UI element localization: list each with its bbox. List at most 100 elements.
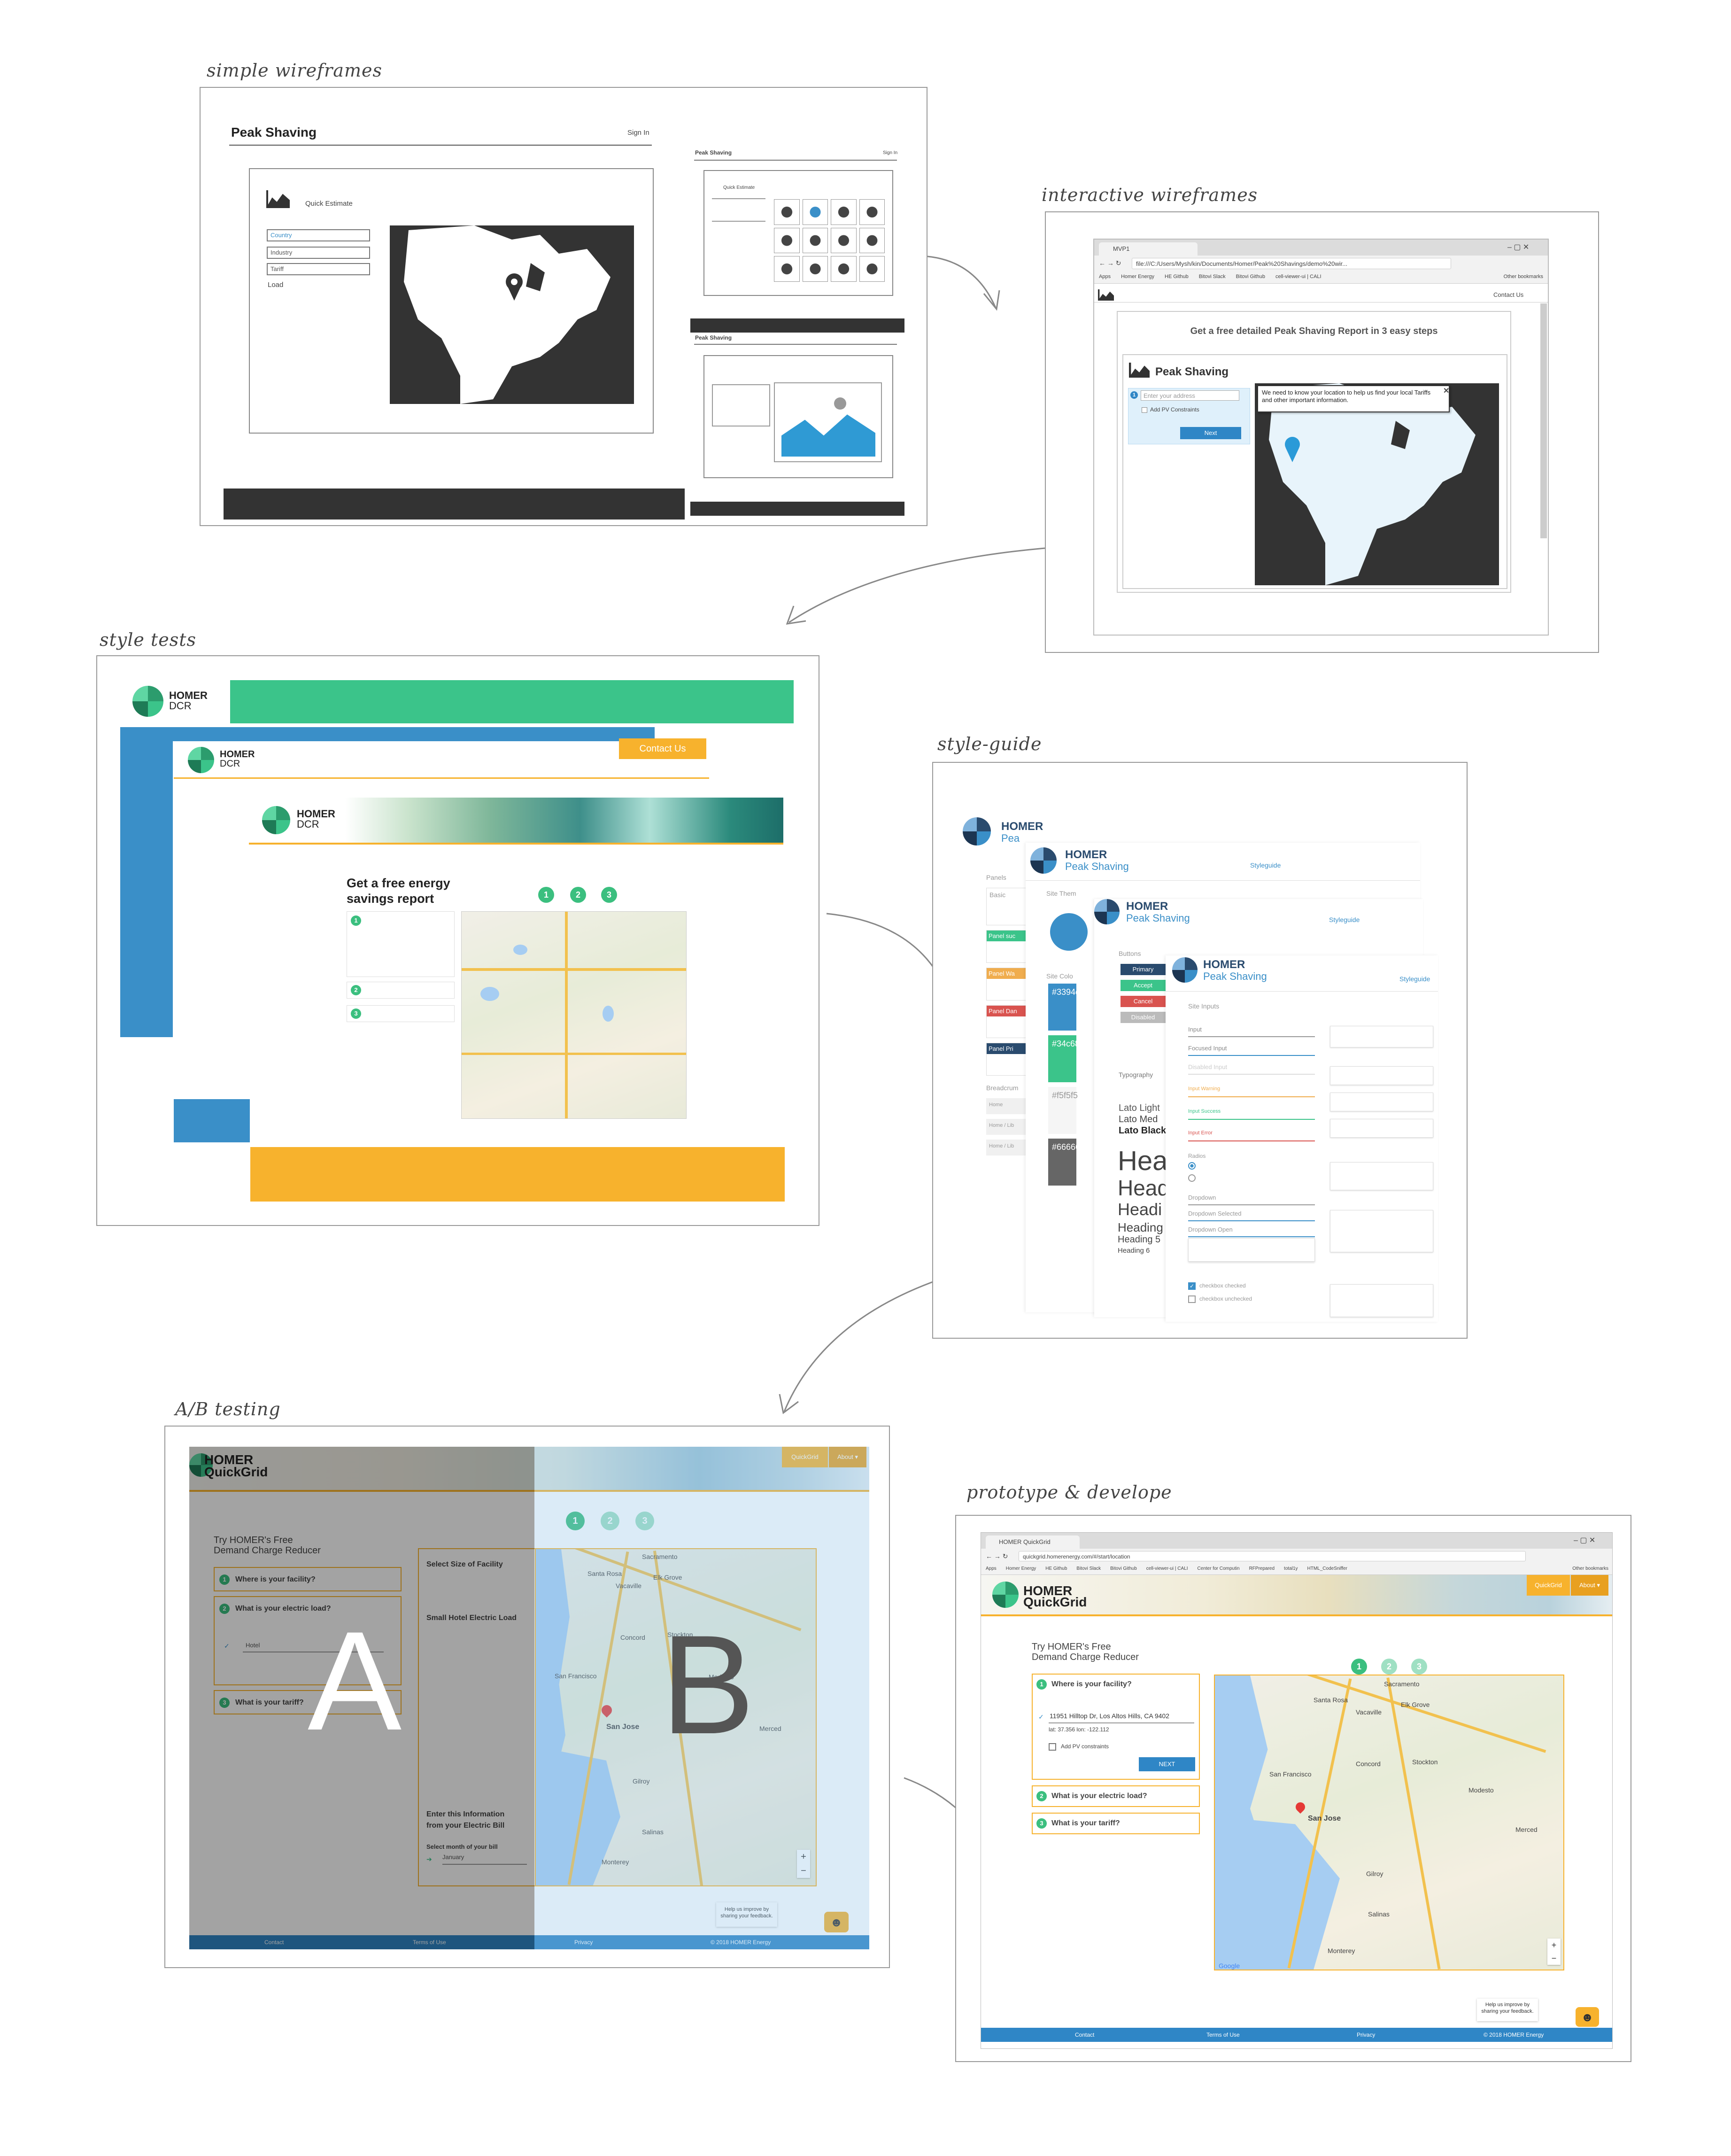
site-inputs-label: Site Inputs [1188,1002,1220,1010]
browser-tab[interactable]: MVP1 [1099,242,1198,256]
nav-arrows[interactable]: ← → ↻ [1099,259,1121,267]
checkbox-checked[interactable]: ✓ [1188,1282,1196,1290]
nav-arrows[interactable]: ← → ↻ [986,1552,1008,1560]
code-snippet [1330,1162,1433,1190]
sg-input[interactable]: Input [1188,1026,1315,1037]
checkbox-unchecked[interactable] [1188,1295,1196,1303]
bookmark-item[interactable]: Center for Computin [1198,1566,1240,1572]
wf-country-select[interactable]: Country [267,229,370,241]
zoom-controls[interactable]: + − [1547,1939,1561,1965]
styleguide-link[interactable]: Styleguide [1329,916,1360,923]
sg-input-focused[interactable]: Focused Input [1188,1045,1315,1056]
url-input[interactable]: quickgrid.homerenergy.com/#/start/locati… [1019,1551,1526,1561]
wf-industry-select[interactable]: Industry [267,247,370,259]
contact-link[interactable]: Contact Us [1493,291,1523,298]
style-test-map [461,911,687,1119]
bookmarks-bar: Apps Homer Energy HE Github Bitovi Slack… [1094,271,1548,284]
other-bookmarks[interactable]: Other bookmarks [1504,274,1543,281]
pv-checkbox[interactable] [1142,407,1147,413]
bookmark-item[interactable]: total1y [1284,1566,1298,1572]
code-snippet [1330,1093,1433,1111]
wf-small-select-list[interactable] [712,198,765,222]
wf-small-bar-2 [690,502,904,516]
bookmark-item[interactable]: Homer Energy [1006,1566,1036,1572]
bookmark-item[interactable]: Bitovi Github [1236,274,1265,281]
footer-copyright: © 2018 HOMER Energy [1484,2032,1544,2038]
bookmark-item[interactable]: Bitovi Slack [1199,274,1226,281]
step-1[interactable]: 1 [538,887,554,903]
dropdown-selected[interactable]: Dropdown Selected [1188,1210,1315,1221]
step-3[interactable]: 3 [601,887,617,903]
proto-q3-panel[interactable]: 3 What is your tariff? [1032,1813,1200,1834]
next-button[interactable]: NEXT [1139,1757,1195,1771]
browser-tab[interactable]: HOMER QuickGrid [986,1536,1080,1549]
heading-4: Heading [1118,1220,1163,1234]
code-snippet [1330,1066,1433,1085]
primary-button[interactable]: Primary [1121,964,1166,975]
wf-small-sign-in[interactable]: Sign In [883,150,897,155]
logo-mark [262,806,290,834]
window-controls[interactable]: – ▢ ✕ [1574,1536,1595,1545]
next-button[interactable]: Next [1180,427,1241,439]
bookmark-item[interactable]: Apps [1099,274,1111,281]
bookmark-item[interactable]: Bitovi Github [1110,1566,1137,1572]
wf-sign-in[interactable]: Sign In [627,129,649,137]
wf-upload-card [703,355,893,478]
other-bookmarks[interactable]: Other bookmarks [1572,1566,1608,1572]
sg-input-warning[interactable]: Input Warning [1188,1086,1315,1097]
code-snippet [1330,1284,1433,1317]
bookmark-item[interactable]: HTML_CodeSniffer [1307,1566,1347,1572]
dropdown-open[interactable]: Dropdown Open [1188,1226,1315,1237]
cancel-button[interactable]: Cancel [1121,996,1166,1007]
close-icon[interactable]: ✕ [1443,386,1449,396]
dropdown[interactable]: Dropdown [1188,1194,1315,1205]
dropdown-options[interactable] [1188,1238,1315,1262]
pv-checkbox[interactable] [1049,1743,1056,1751]
address-input[interactable]: 11951 Hilltop Dr, Los Altos Hills, CA 94… [1049,1710,1194,1723]
bookmark-item[interactable]: Homer Energy [1121,274,1154,281]
brand-top: HOMER [297,808,335,820]
browser-window-2: HOMER QuickGrid – ▢ ✕ ← → ↻ quickgrid.ho… [981,1532,1613,2049]
bookmark-item[interactable]: Apps [986,1566,997,1572]
sg-input-error[interactable]: Input Error [1188,1130,1315,1141]
scrollbar[interactable] [1540,303,1547,538]
accept-button[interactable]: Accept [1121,980,1166,991]
bookmark-item[interactable]: HE Github [1165,274,1189,281]
bookmark-item[interactable]: cell-viewer-ui | CALI [1146,1566,1188,1572]
brand-bottom: DCR [220,759,240,769]
styleguide-link[interactable]: Styleguide [1399,975,1430,983]
contact-us-button[interactable]: Contact Us [619,738,706,759]
bookmark-item[interactable]: cell-viewer-ui | CALI [1275,274,1321,281]
wf-footer-bar [224,489,685,520]
proto-q2-panel[interactable]: 2 What is your electric load? [1032,1785,1200,1807]
feedback-bubble[interactable]: Help us improve by sharing your feedback… [1477,1999,1538,2021]
radio-checked[interactable] [1188,1162,1196,1170]
styleguide-link[interactable]: Styleguide [1250,861,1281,869]
step-1[interactable]: 1 [1351,1659,1367,1675]
nav-about[interactable]: About ▾ [1571,1575,1608,1596]
bookmark-item[interactable]: HE Github [1045,1566,1067,1572]
letter-a: A [308,1602,402,1760]
feedback-face-icon[interactable]: ☻ [1576,2007,1599,2027]
footer-privacy[interactable]: Privacy [1357,2032,1375,2038]
wf-upload-list[interactable] [712,384,770,427]
nav-quickgrid[interactable]: QuickGrid [1527,1575,1570,1596]
logo-mark [1094,899,1120,924]
bookmark-item[interactable]: RFPrepared [1249,1566,1275,1572]
wf-main-card: Quick Estimate Country Industry Tariff L… [249,168,654,434]
url-input[interactable]: file:///C:/Users/Mysh/kin/Documents/Home… [1132,258,1451,269]
wf-tariff-select[interactable]: Tariff [267,263,370,275]
window-controls[interactable]: – ▢ ✕ [1507,242,1529,252]
address-input[interactable]: Enter your address [1141,390,1239,401]
bookmark-item[interactable]: Bitovi Slack [1076,1566,1101,1572]
step-2[interactable]: 2 [1381,1659,1397,1675]
style-test-headline: Get a free energy savings report [347,876,450,906]
address-step: 1 Enter your address Add PV Constraints … [1128,388,1250,444]
step-3[interactable]: 3 [1411,1659,1427,1675]
sg-input-success[interactable]: Input Success [1188,1109,1315,1120]
footer-contact[interactable]: Contact [1075,2032,1094,2038]
footer-terms[interactable]: Terms of Use [1206,2032,1240,2038]
radio-unchecked[interactable] [1188,1174,1196,1182]
step-2[interactable]: 2 [570,887,586,903]
checkbox-unchecked-label: checkbox unchecked [1199,1295,1252,1302]
